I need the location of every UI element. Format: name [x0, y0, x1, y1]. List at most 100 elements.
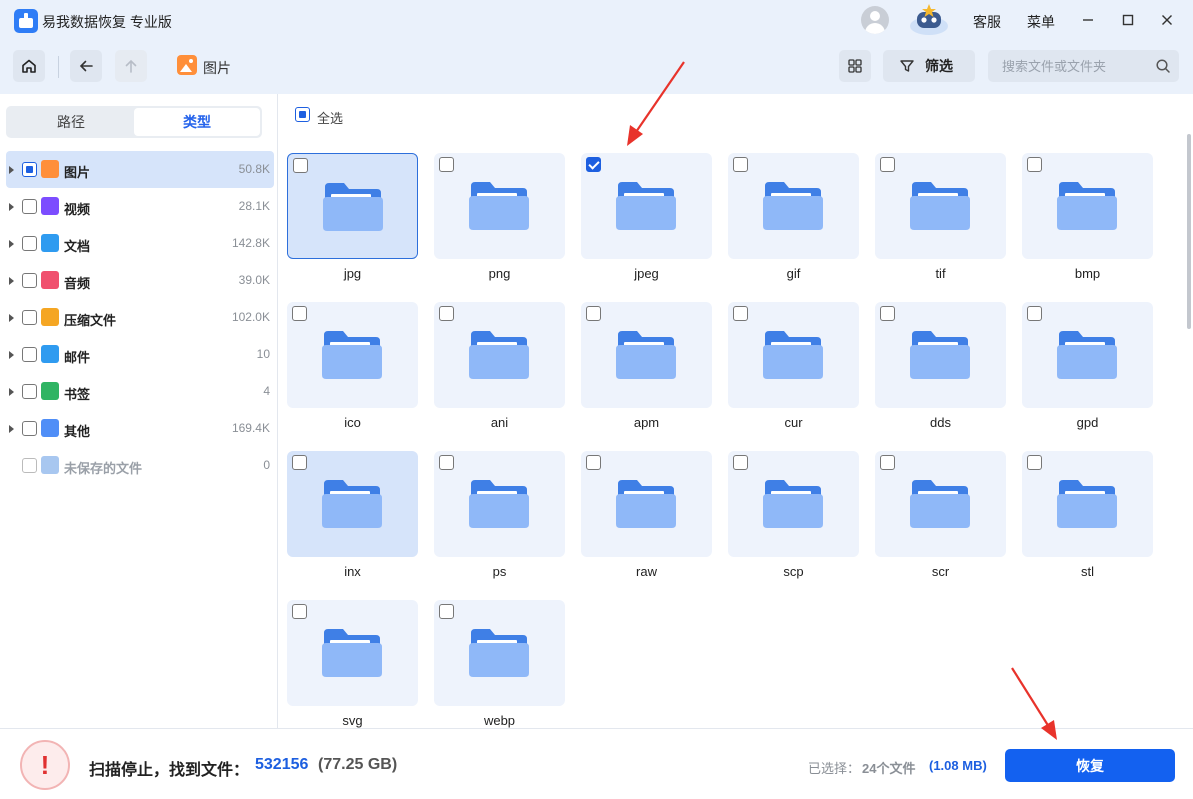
expand-arrow-icon[interactable]: [9, 166, 14, 174]
category-checkbox[interactable]: [22, 162, 37, 177]
back-button[interactable]: [70, 50, 102, 82]
expand-arrow-icon[interactable]: [9, 351, 14, 359]
search-icon[interactable]: [1155, 58, 1171, 74]
category-label: 音频: [64, 276, 91, 291]
tile-checkbox[interactable]: [292, 455, 307, 470]
category-checkbox[interactable]: [22, 310, 37, 325]
toolbar: 图片 筛选: [0, 42, 1193, 94]
category-row[interactable]: 视频 28.1K: [6, 188, 274, 225]
category-checkbox[interactable]: [22, 347, 37, 362]
category-row[interactable]: 未保存的文件 0: [6, 447, 274, 484]
vip-robot-icon[interactable]: [907, 2, 951, 36]
file-type-tile[interactable]: [1022, 302, 1153, 408]
tile-checkbox[interactable]: [733, 455, 748, 470]
expand-arrow-icon[interactable]: [9, 203, 14, 211]
tile-checkbox[interactable]: [439, 455, 454, 470]
file-type-label: bmp: [1074, 266, 1101, 281]
tile-checkbox[interactable]: [292, 604, 307, 619]
minimize-button[interactable]: [1074, 6, 1102, 34]
file-type-tile[interactable]: [434, 451, 565, 557]
file-type-tile[interactable]: [287, 600, 418, 706]
tile-checkbox[interactable]: [880, 455, 895, 470]
tile-checkbox[interactable]: [293, 158, 308, 173]
tile-checkbox[interactable]: [586, 455, 601, 470]
category-row[interactable]: 书签 4: [6, 373, 274, 410]
up-button[interactable]: [115, 50, 147, 82]
maximize-button[interactable]: [1114, 6, 1142, 34]
file-type-tile[interactable]: [875, 302, 1006, 408]
category-row[interactable]: 邮件 10: [6, 336, 274, 373]
scrollbar[interactable]: [1187, 134, 1191, 329]
expand-arrow-icon[interactable]: [9, 314, 14, 322]
file-type-tile[interactable]: [434, 153, 565, 259]
customer-service-link[interactable]: 客服: [973, 12, 1001, 32]
expand-arrow-icon[interactable]: [9, 425, 14, 433]
tile-checkbox[interactable]: [880, 306, 895, 321]
view-toggle-button[interactable]: [839, 50, 871, 82]
tile-checkbox[interactable]: [586, 306, 601, 321]
category-row[interactable]: 压缩文件 102.0K: [6, 299, 274, 336]
expand-arrow-icon[interactable]: [9, 277, 14, 285]
breadcrumb[interactable]: 图片: [203, 58, 231, 78]
file-type-tile[interactable]: [581, 302, 712, 408]
file-type-tile[interactable]: [875, 153, 1006, 259]
home-icon: [22, 59, 36, 73]
file-type-tile[interactable]: [581, 153, 712, 259]
expand-arrow-icon[interactable]: [9, 388, 14, 396]
tile-checkbox[interactable]: [586, 157, 601, 172]
category-row[interactable]: 其他 169.4K: [6, 410, 274, 447]
unsaved-file-icon: [41, 456, 59, 474]
folder-icon: [323, 183, 383, 231]
file-type-label: apm: [633, 415, 660, 430]
category-row[interactable]: 音频 39.0K: [6, 262, 274, 299]
tile-checkbox[interactable]: [439, 604, 454, 619]
file-type-tile[interactable]: [581, 451, 712, 557]
select-all-checkbox[interactable]: [295, 107, 310, 122]
file-type-label: ps: [492, 564, 507, 579]
tile-checkbox[interactable]: [1027, 157, 1042, 172]
recover-button[interactable]: 恢复: [1005, 749, 1175, 782]
category-row[interactable]: 图片 50.8K: [6, 151, 274, 188]
warning-icon: !: [20, 740, 70, 790]
expand-arrow-icon[interactable]: [9, 240, 14, 248]
file-type-tile[interactable]: [875, 451, 1006, 557]
tile-checkbox[interactable]: [439, 306, 454, 321]
category-count: 142.8K: [231, 236, 270, 250]
category-row[interactable]: 文档 142.8K: [6, 225, 274, 262]
folder-icon: [469, 629, 529, 677]
file-type-tile[interactable]: [1022, 451, 1153, 557]
file-type-tile[interactable]: [1022, 153, 1153, 259]
file-type-tile[interactable]: [728, 153, 859, 259]
file-type-tile[interactable]: [287, 451, 418, 557]
category-checkbox[interactable]: [22, 421, 37, 436]
tile-checkbox[interactable]: [733, 157, 748, 172]
file-type-tile[interactable]: [434, 302, 565, 408]
file-type-tile[interactable]: [728, 302, 859, 408]
file-type-label: raw: [636, 564, 657, 579]
menu-link[interactable]: 菜单: [1027, 12, 1055, 32]
tile-checkbox[interactable]: [733, 306, 748, 321]
tab-path[interactable]: 路径: [8, 108, 134, 136]
folder-icon: [322, 629, 382, 677]
user-avatar[interactable]: [861, 6, 889, 34]
tile-checkbox[interactable]: [439, 157, 454, 172]
category-checkbox[interactable]: [22, 273, 37, 288]
file-type-tile[interactable]: [287, 302, 418, 408]
file-type-label: png: [488, 266, 511, 281]
file-type-tile[interactable]: [728, 451, 859, 557]
home-button[interactable]: [13, 50, 45, 82]
category-checkbox[interactable]: [22, 199, 37, 214]
tile-checkbox[interactable]: [880, 157, 895, 172]
file-type-tile[interactable]: [287, 153, 418, 259]
category-checkbox[interactable]: [22, 384, 37, 399]
filter-button[interactable]: 筛选: [883, 50, 975, 82]
tile-checkbox[interactable]: [1027, 306, 1042, 321]
tile-checkbox[interactable]: [1027, 455, 1042, 470]
search-input[interactable]: [988, 50, 1148, 82]
file-type-tile[interactable]: [434, 600, 565, 706]
close-button[interactable]: [1153, 6, 1181, 34]
tab-type[interactable]: 类型: [134, 108, 260, 136]
folder-icon: [910, 480, 970, 528]
category-checkbox[interactable]: [22, 236, 37, 251]
tile-checkbox[interactable]: [292, 306, 307, 321]
